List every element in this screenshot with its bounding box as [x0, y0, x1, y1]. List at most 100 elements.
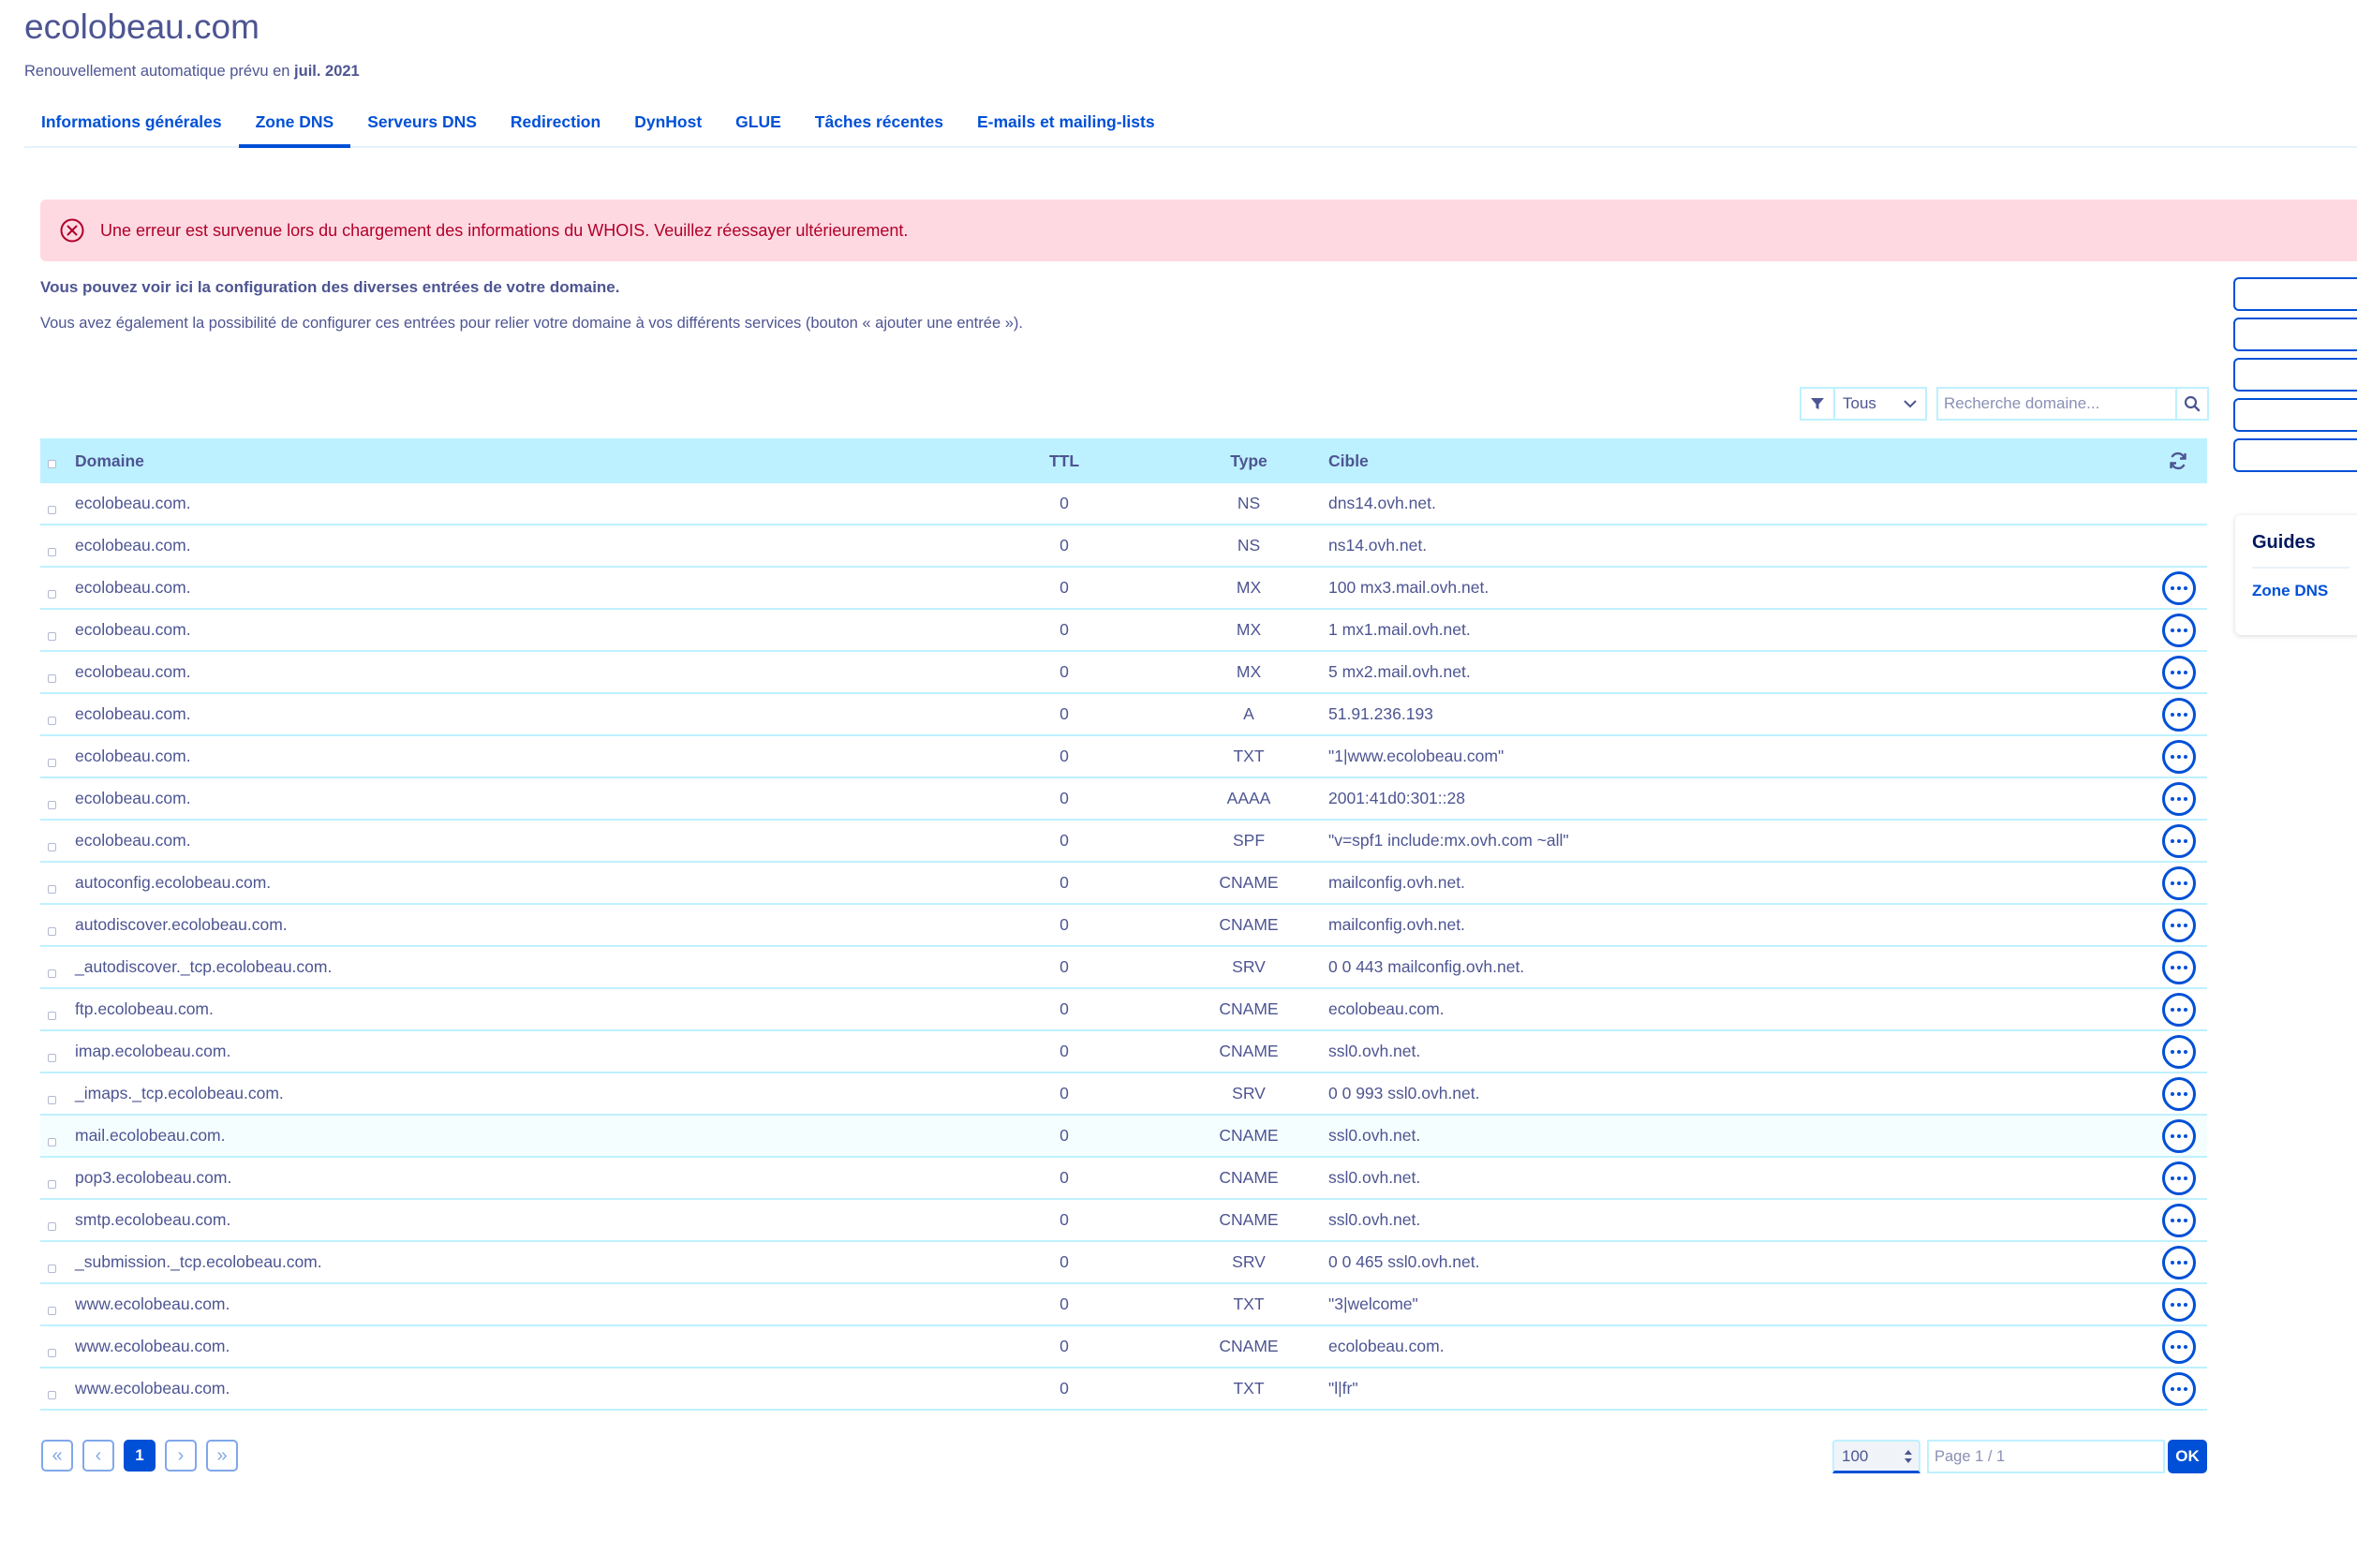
cell-ttl: 0 — [1060, 1337, 1069, 1355]
row-actions-button[interactable] — [2162, 1035, 2196, 1069]
tab-dynhost[interactable]: DynHost — [617, 101, 719, 148]
domain-search-input[interactable] — [1936, 387, 2175, 421]
action-button-1[interactable] — [2233, 277, 2357, 311]
next-page-button[interactable]: › — [165, 1440, 197, 1472]
tab-informations-generales[interactable]: Informations générales — [24, 101, 239, 148]
row-actions-button[interactable] — [2162, 1077, 2196, 1111]
cell-type: NS — [1237, 536, 1261, 555]
more-dot-icon — [2184, 1134, 2187, 1138]
table-row: mail.ecolobeau.com. 0 CNAME ssl0.ovh.net. — [40, 1116, 2207, 1158]
search-button[interactable] — [2175, 387, 2209, 421]
tab-zone-dns[interactable]: Zone DNS — [238, 101, 351, 148]
row-checkbox[interactable] — [48, 674, 56, 683]
more-dot-icon — [2184, 1261, 2187, 1265]
row-actions-button[interactable] — [2162, 571, 2196, 605]
row-checkbox[interactable] — [48, 927, 56, 936]
row-checkbox[interactable] — [48, 1349, 56, 1357]
row-checkbox[interactable] — [48, 843, 56, 851]
row-checkbox[interactable] — [48, 801, 56, 809]
more-dot-icon — [2184, 671, 2187, 674]
table-row: ecolobeau.com. 0 AAAA 2001:41d0:301::28 — [40, 778, 2207, 821]
tab-glue[interactable]: GLUE — [719, 101, 798, 148]
row-actions-button[interactable] — [2162, 740, 2196, 774]
row-actions-button[interactable] — [2162, 1161, 2196, 1195]
last-page-button[interactable]: » — [206, 1440, 238, 1472]
column-header-domain[interactable]: Domaine — [75, 451, 144, 471]
row-checkbox[interactable] — [48, 1096, 56, 1104]
row-checkbox[interactable] — [48, 1307, 56, 1315]
tab-serveurs-dns[interactable]: Serveurs DNS — [350, 101, 494, 148]
cell-domain: pop3.ecolobeau.com. — [75, 1168, 232, 1187]
row-checkbox[interactable] — [48, 590, 56, 599]
table-row: autoconfig.ecolobeau.com. 0 CNAME mailconfi… — [40, 863, 2207, 905]
row-actions-button[interactable] — [2162, 614, 2196, 647]
type-filter-select[interactable]: Tous — [1833, 387, 1927, 421]
row-actions-button[interactable] — [2162, 993, 2196, 1027]
action-button-2[interactable] — [2233, 318, 2357, 351]
domain-tabs: Informations générales Zone DNS Serveurs… — [24, 101, 2357, 148]
cell-type: AAAA — [1226, 789, 1271, 807]
cell-type: SRV — [1232, 957, 1266, 976]
more-dot-icon — [2171, 1050, 2174, 1054]
table-row: ecolobeau.com. 0 MX 1 mx1.mail.ovh.net. — [40, 610, 2207, 652]
row-actions-button[interactable] — [2162, 698, 2196, 732]
row-actions-button[interactable] — [2162, 951, 2196, 984]
action-button-5[interactable] — [2233, 438, 2357, 472]
row-actions-button[interactable] — [2162, 909, 2196, 942]
row-checkbox[interactable] — [48, 1222, 56, 1231]
row-checkbox[interactable] — [48, 717, 56, 725]
row-checkbox[interactable] — [48, 969, 56, 978]
action-button-3[interactable] — [2233, 358, 2357, 392]
row-actions-button[interactable] — [2162, 656, 2196, 689]
row-actions-button[interactable] — [2162, 1246, 2196, 1280]
cell-domain: autoconfig.ecolobeau.com. — [75, 873, 272, 892]
tab-emails-mailing-lists[interactable]: E-mails et mailing-lists — [960, 101, 1172, 148]
page-number-input[interactable] — [1927, 1440, 2165, 1473]
action-button-4[interactable] — [2233, 398, 2357, 432]
row-actions-button[interactable] — [2162, 1330, 2196, 1364]
row-checkbox[interactable] — [48, 759, 56, 767]
cell-domain: imap.ecolobeau.com. — [75, 1042, 231, 1060]
row-checkbox[interactable] — [48, 1391, 56, 1399]
more-dot-icon — [2171, 839, 2174, 843]
table-row: _imaps._tcp.ecolobeau.com. 0 SRV 0 0 993 ss… — [40, 1073, 2207, 1116]
row-checkbox[interactable] — [48, 1180, 56, 1189]
guides-panel: Guides Zone DNS — [2235, 515, 2357, 635]
row-actions-button[interactable] — [2162, 824, 2196, 858]
go-to-page-button[interactable]: OK — [2168, 1440, 2207, 1473]
row-actions-button[interactable] — [2162, 1204, 2196, 1237]
row-checkbox[interactable] — [48, 1012, 56, 1020]
cell-ttl: 0 — [1060, 1210, 1069, 1229]
row-actions-button[interactable] — [2162, 1372, 2196, 1406]
row-checkbox[interactable] — [48, 1138, 56, 1146]
cell-domain: _autodiscover._tcp.ecolobeau.com. — [75, 957, 333, 976]
prev-page-button[interactable]: ‹ — [82, 1440, 114, 1472]
cell-type: TXT — [1233, 1294, 1265, 1313]
more-dot-icon — [2177, 1008, 2181, 1012]
cell-type: CNAME — [1219, 873, 1279, 892]
column-header-ttl[interactable]: TTL — [1024, 451, 1104, 471]
row-checkbox[interactable] — [48, 1054, 56, 1062]
column-header-target[interactable]: Cible — [1328, 451, 1369, 471]
row-checkbox[interactable] — [48, 1265, 56, 1273]
select-all-checkbox[interactable] — [48, 460, 56, 468]
current-page-button[interactable]: 1 — [124, 1440, 156, 1472]
table-row: ecolobeau.com. 0 MX 100 mx3.mail.ovh.net. — [40, 568, 2207, 610]
row-actions-button[interactable] — [2162, 1119, 2196, 1153]
more-dot-icon — [2184, 586, 2187, 590]
cell-type: CNAME — [1219, 1210, 1279, 1229]
refresh-icon[interactable] — [2168, 451, 2188, 471]
row-checkbox[interactable] — [48, 506, 56, 514]
column-header-type[interactable]: Type — [1202, 451, 1296, 471]
guide-link-zone-dns[interactable]: Zone DNS — [2252, 582, 2350, 600]
first-page-button[interactable]: « — [41, 1440, 73, 1472]
tab-taches-recentes[interactable]: Tâches récentes — [798, 101, 960, 148]
row-actions-button[interactable] — [2162, 1288, 2196, 1322]
row-checkbox[interactable] — [48, 632, 56, 641]
page-size-select[interactable]: 100 — [1832, 1440, 1920, 1473]
row-actions-button[interactable] — [2162, 782, 2196, 816]
row-checkbox[interactable] — [48, 548, 56, 556]
row-checkbox[interactable] — [48, 885, 56, 894]
row-actions-button[interactable] — [2162, 866, 2196, 900]
tab-redirection[interactable]: Redirection — [494, 101, 617, 148]
